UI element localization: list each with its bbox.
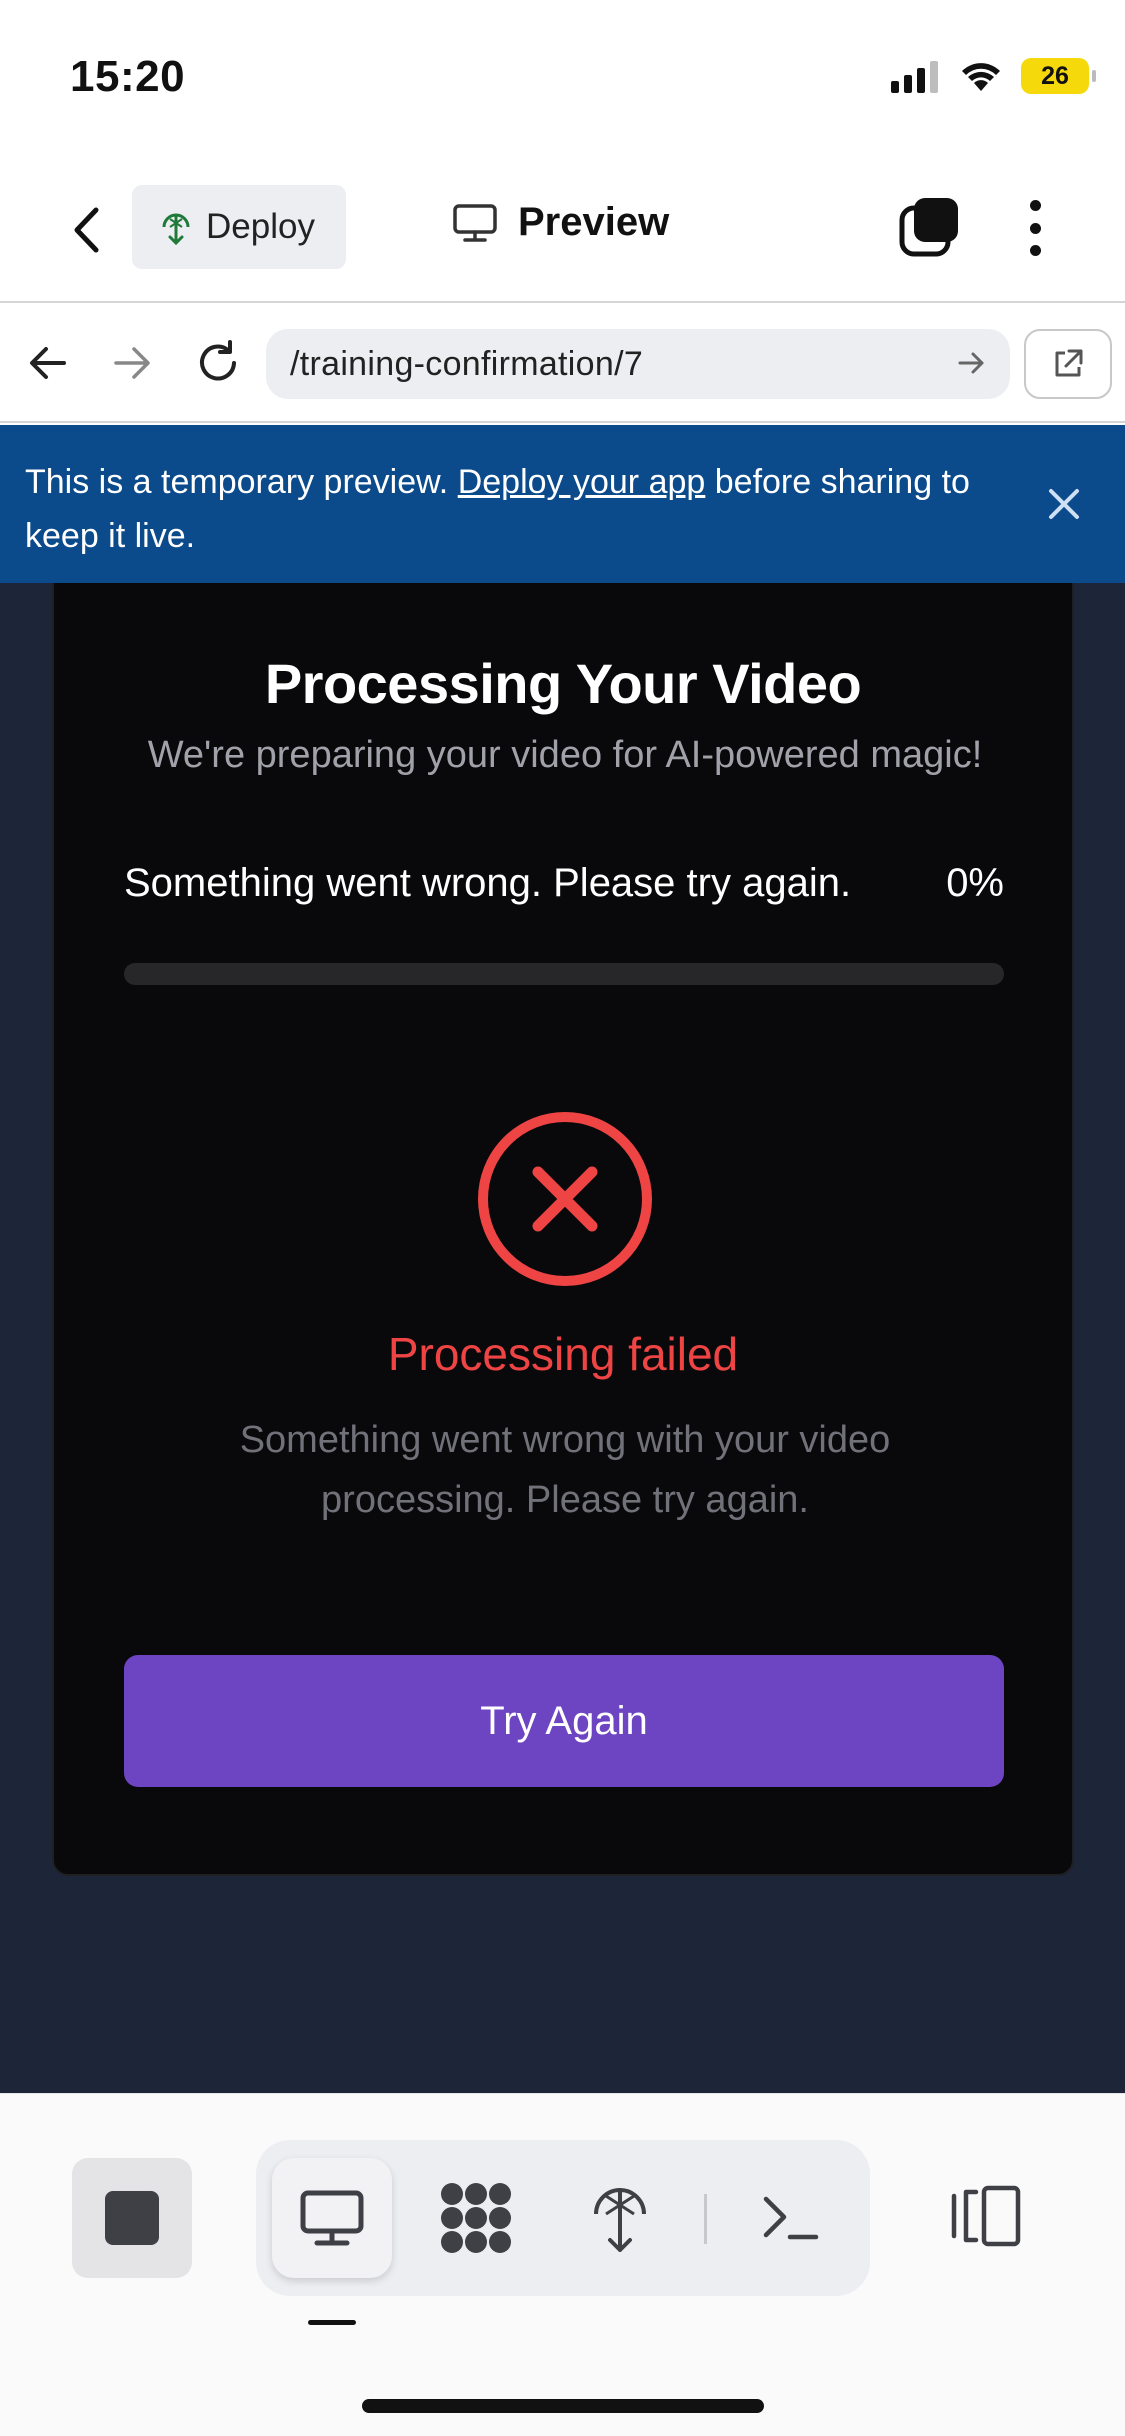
page-subtitle: We're preparing your video for AI-powere… (147, 734, 983, 776)
close-icon[interactable] (1046, 486, 1082, 522)
signal-icon (891, 61, 938, 93)
browser-nav-bar: /training-confirmation/7 (0, 305, 1125, 423)
go-arrow-icon[interactable] (954, 345, 990, 381)
external-link-button[interactable] (1024, 329, 1112, 399)
preview-tab[interactable] (272, 2158, 392, 2278)
error-x-icon (478, 1112, 652, 1286)
terminal-icon (763, 2196, 819, 2240)
monitor-icon (453, 203, 497, 242)
status-time: 15:20 (70, 52, 186, 101)
error-title: Processing failed (387, 1328, 739, 1380)
integrations-icon (441, 2183, 511, 2253)
back-button[interactable] (62, 200, 112, 260)
view-switcher (256, 2140, 870, 2296)
preview-monitor-icon (300, 2190, 364, 2246)
wifi-icon (962, 63, 1000, 91)
app-preview-area: Processing Your Video We're preparing yo… (0, 583, 1125, 2093)
back-icon (74, 207, 99, 253)
split-view-icon[interactable] (950, 2184, 1024, 2248)
url-input[interactable]: /training-confirmation/7 (266, 329, 1010, 399)
url-text: /training-confirmation/7 (290, 344, 644, 383)
error-description: Something went wrong with your video pro… (239, 1419, 891, 1521)
banner-text-before: This is a temporary preview. (25, 463, 458, 501)
deploy-button[interactable]: Deploy (132, 185, 346, 269)
home-indicator (362, 2399, 764, 2413)
bottom-toolbar (0, 2093, 1125, 2436)
progress-bar (124, 963, 1004, 985)
tabs-icon[interactable] (898, 196, 962, 260)
status-message: Something went wrong. Please try again. (124, 861, 852, 905)
banner-text: This is a temporary preview. Deploy your… (25, 455, 975, 563)
deploy-icon (594, 2188, 646, 2252)
battery-icon: 26 (1021, 58, 1096, 94)
integrations-tab[interactable] (416, 2158, 536, 2278)
temporary-preview-banner: This is a temporary preview. Deploy your… (0, 425, 1125, 583)
status-icons: 26 (891, 58, 1096, 94)
processing-card: Processing Your Video We're preparing yo… (52, 583, 1074, 1876)
battery-level: 26 (1041, 61, 1069, 90)
external-link-icon (1055, 349, 1083, 377)
preview-label: Preview (518, 200, 670, 244)
deploy-tab[interactable] (560, 2158, 680, 2278)
toolbar-divider (704, 2194, 707, 2244)
progress-status: Something went wrong. Please try again. … (124, 861, 1004, 906)
nav-forward-icon[interactable] (104, 335, 160, 391)
more-icon[interactable] (1018, 196, 1052, 260)
terminal-tab[interactable] (730, 2158, 850, 2278)
stop-button[interactable] (72, 2158, 192, 2278)
deploy-icon (162, 213, 190, 245)
preview-title[interactable]: Preview (452, 200, 669, 245)
deploy-app-link[interactable]: Deploy your app (458, 463, 706, 501)
stop-icon (105, 2191, 159, 2245)
app-header: Deploy Preview (0, 160, 1125, 303)
deploy-label: Deploy (206, 207, 315, 246)
progress-percent: 0% (946, 861, 1004, 905)
active-tab-indicator (308, 2320, 356, 2325)
try-again-button[interactable]: Try Again (124, 1655, 1004, 1787)
reload-icon[interactable] (190, 335, 246, 391)
status-bar: 15:20 26 (0, 0, 1125, 160)
nav-back-icon[interactable] (20, 335, 76, 391)
page-title: Processing Your Video (264, 652, 862, 715)
